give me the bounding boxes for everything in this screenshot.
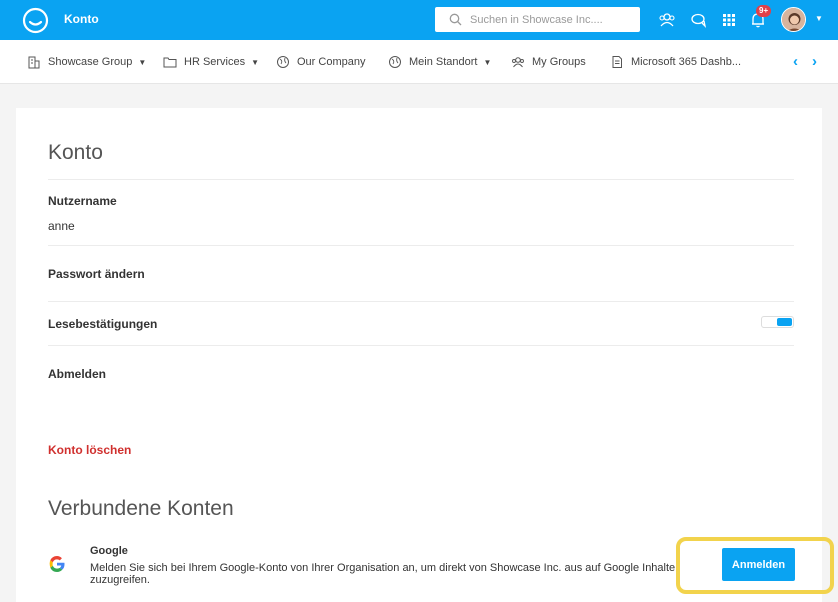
nav-fade <box>752 40 792 83</box>
chevron-down-icon[interactable]: ▼ <box>815 14 823 23</box>
nav-item-label: Our Company <box>297 56 366 68</box>
nav-bar: Showcase Group ▼ HR Services ▼ Our Compa… <box>0 40 838 84</box>
nav-scroll-left-icon[interactable]: ‹ <box>793 53 798 70</box>
nav-item-mein-standort[interactable]: Mein Standort ▼ <box>388 55 491 69</box>
nav-item-microsoft-365[interactable]: Microsoft 365 Dashb... <box>610 55 741 69</box>
nav-item-label: My Groups <box>532 56 586 68</box>
nav-item-showcase-group[interactable]: Showcase Group ▼ <box>27 55 146 69</box>
caret-down-icon: ▼ <box>483 57 492 67</box>
account-heading: Konto <box>48 141 103 164</box>
page-title: Konto <box>64 12 99 26</box>
google-description: Melden Sie sich bei Ihrem Google-Konto v… <box>90 562 676 586</box>
read-receipts-toggle[interactable] <box>761 316 794 328</box>
nav-item-our-company[interactable]: Our Company <box>276 55 365 69</box>
avatar[interactable] <box>781 7 806 32</box>
search-input[interactable] <box>470 13 630 26</box>
top-bar: Konto 9+ ▼ <box>0 0 838 40</box>
divider <box>48 245 794 246</box>
nav-item-label: Showcase Group <box>48 56 133 68</box>
nav-item-my-groups[interactable]: My Groups <box>511 55 586 69</box>
globe-icon <box>277 56 289 68</box>
nav-scroll-right-icon[interactable]: › <box>812 53 817 70</box>
divider <box>48 179 794 180</box>
username-value: anne <box>48 219 75 233</box>
building-icon <box>28 56 40 69</box>
document-icon <box>612 56 622 68</box>
app-logo-icon[interactable] <box>22 7 49 34</box>
account-card: Konto Nutzername anne Passwort ändern Le… <box>16 108 822 602</box>
globe-icon <box>389 56 401 68</box>
logout-link[interactable]: Abmelden <box>48 367 106 381</box>
nav-item-label: HR Services <box>184 56 246 68</box>
search-icon <box>449 13 462 26</box>
nav-item-label: Microsoft 365 Dashb... <box>631 56 742 68</box>
chat-icon[interactable] <box>690 11 708 29</box>
read-receipts-label: Lesebestätigungen <box>48 317 158 331</box>
caret-down-icon: ▼ <box>251 57 260 67</box>
caret-down-icon: ▼ <box>138 57 147 67</box>
nav-item-hr-services[interactable]: HR Services ▼ <box>163 55 259 69</box>
google-icon <box>49 556 65 572</box>
google-title: Google <box>90 545 128 557</box>
divider <box>48 345 794 346</box>
people-icon[interactable] <box>658 11 676 29</box>
username-label: Nutzername <box>48 194 117 208</box>
search-box[interactable] <box>435 7 640 32</box>
google-signin-button[interactable]: Anmelden <box>722 548 795 581</box>
apps-grid-icon[interactable] <box>720 11 738 29</box>
delete-account-link[interactable]: Konto löschen <box>48 443 131 457</box>
divider <box>48 301 794 302</box>
user-avatar-icon <box>782 8 805 31</box>
folder-icon <box>163 57 177 68</box>
notification-badge: 9+ <box>756 5 772 17</box>
toggle-knob <box>777 318 792 326</box>
connected-accounts-heading: Verbundene Konten <box>48 497 234 520</box>
people-icon <box>512 57 524 68</box>
change-password-link[interactable]: Passwort ändern <box>48 267 145 281</box>
nav-item-label: Mein Standort <box>409 56 478 68</box>
